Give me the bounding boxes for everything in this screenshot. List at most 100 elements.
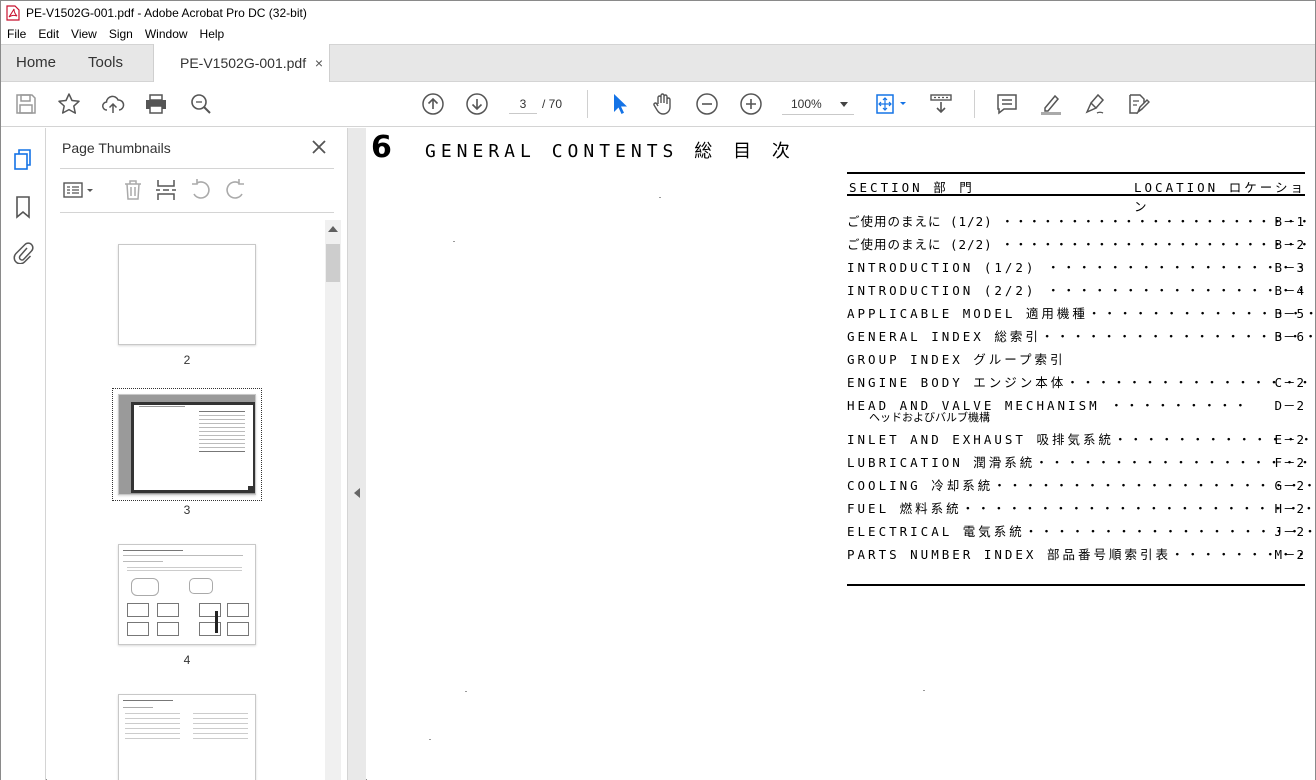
menu-window[interactable]: Window <box>139 27 194 41</box>
document-view[interactable]: 6 GENERAL CONTENTS 総 目 次 SECTION 部 門 LOC… <box>367 128 1315 780</box>
thumbnail-options-icon[interactable] <box>61 178 97 202</box>
attachments-icon[interactable] <box>12 240 34 265</box>
entry-location: G－2 <box>1274 478 1305 493</box>
rotate-left-icon[interactable] <box>189 178 213 202</box>
table-rule <box>847 194 1305 196</box>
contents-entry: COOLING 冷却系統・・・・・・・・・・・・・・・・・・・・・・・・・・ G… <box>847 475 1315 493</box>
star-icon[interactable] <box>57 92 81 116</box>
hand-icon[interactable] <box>651 92 675 116</box>
upload-icon[interactable] <box>101 92 125 116</box>
thumbnail-scrollbar[interactable] <box>325 220 341 780</box>
tab-home[interactable]: Home <box>16 45 56 82</box>
comment-icon[interactable] <box>995 92 1019 116</box>
entry-text: GROUP INDEX グループ索引 <box>847 352 1066 367</box>
print-icon[interactable] <box>144 92 168 116</box>
entry-location: B－5 <box>1274 306 1305 321</box>
document-heading: GENERAL CONTENTS 総 目 次 <box>425 141 795 162</box>
thumbnail-page-2[interactable]: 2 <box>118 244 256 367</box>
contents-entry: ご使用のまえに (2/2) ・・・・・・・・・・・・・・・・・・・・・・・・・ … <box>847 234 1315 252</box>
left-nav-rail <box>1 128 46 780</box>
entry-location: B－1 <box>1274 214 1305 229</box>
title-bar: PE-V1502G-001.pdf - Adobe Acrobat Pro DC… <box>1 1 1315 24</box>
scrollbar-thumb[interactable] <box>326 244 340 282</box>
tab-document[interactable]: PE-V1502G-001.pdf × <box>153 44 330 83</box>
entry-text: FUEL 燃料系統・・・・・・・・・・・・・・・・・・・・・・・・・・・・・ <box>847 501 1315 516</box>
page-number-input[interactable]: 3 <box>509 94 537 114</box>
scan-speck <box>465 691 467 692</box>
entry-location: M－2 <box>1274 547 1305 562</box>
entry-location: J－2 <box>1274 524 1305 539</box>
entry-text: INTRODUCTION (1/2) ・・・・・・・・・・・・・・・・・・・・・ <box>847 260 1315 275</box>
entry-text: APPLICABLE MODEL 適用機種・・・・・・・・・・・・・・・・・ <box>847 306 1315 321</box>
collapse-panel-arrow-icon[interactable] <box>354 488 360 498</box>
rotate-right-icon[interactable] <box>223 178 247 202</box>
contents-entry: ご使用のまえに (1/2) ・・・・・・・・・・・・・・・・・・・・・・・・・ … <box>847 211 1315 229</box>
menu-view[interactable]: View <box>65 27 103 41</box>
page-thumbnails-icon[interactable] <box>12 148 34 172</box>
highlight-icon[interactable] <box>1039 92 1063 116</box>
contents-entry: GROUP INDEX グループ索引 <box>847 349 1305 367</box>
bookmarks-icon[interactable] <box>12 195 34 219</box>
tab-tools[interactable]: Tools <box>88 45 123 82</box>
entry-subtext: ヘッドおよびバルブ機構 <box>869 411 990 424</box>
page-total-label: / 70 <box>542 97 563 111</box>
column-header-location: LOCATION ロケーション <box>1134 180 1306 214</box>
menu-file[interactable]: File <box>1 27 32 41</box>
select-arrow-icon[interactable] <box>607 92 631 116</box>
zoom-level-value: 100% <box>791 97 822 111</box>
page-down-icon[interactable] <box>465 92 489 116</box>
close-icon[interactable] <box>310 138 328 156</box>
contents-entry: GENERAL INDEX 総索引・・・・・・・・・・・・・・・・・・・・ B－… <box>847 326 1315 344</box>
delete-icon[interactable] <box>121 178 145 202</box>
thumbnail-image <box>118 394 256 495</box>
document-tab-label: PE-V1502G-001.pdf <box>180 55 307 71</box>
close-tab-icon[interactable]: × <box>315 44 323 82</box>
zoom-out-icon[interactable] <box>695 92 719 116</box>
contents-entry: ENGINE BODY エンジン本体・・・・・・・・・・・・・・・・・・ C－2 <box>847 372 1315 390</box>
fill-sign-icon[interactable] <box>1126 92 1151 116</box>
menu-sign[interactable]: Sign <box>103 27 139 41</box>
thumbnail-page-3[interactable]: 3 <box>112 388 262 517</box>
save-icon[interactable] <box>14 92 38 116</box>
menu-edit[interactable]: Edit <box>32 27 65 41</box>
scan-speck <box>453 241 455 242</box>
menu-bar: File Edit View Sign Window Help <box>1 24 1315 44</box>
panel-splitter[interactable] <box>347 128 366 780</box>
entry-location: H－2 <box>1274 501 1305 516</box>
zoom-search-icon[interactable] <box>189 92 213 116</box>
entry-location: D－2 <box>1274 398 1305 413</box>
scan-speck <box>429 739 431 740</box>
entry-text: COOLING 冷却系統・・・・・・・・・・・・・・・・・・・・・・・・・・ <box>847 478 1315 493</box>
entry-text: PARTS NUMBER INDEX 部品番号順索引表・・・・・・・・・ <box>847 547 1311 562</box>
fit-page-icon[interactable] <box>874 92 910 116</box>
zoom-in-icon[interactable] <box>739 92 763 116</box>
table-rule <box>847 584 1305 586</box>
scroll-up-arrow-icon[interactable] <box>328 226 338 232</box>
tab-row: Home Tools PE-V1502G-001.pdf × <box>1 44 1315 83</box>
thumbnail-page-5[interactable] <box>118 694 256 780</box>
panel-title: Page Thumbnails <box>62 140 171 156</box>
entry-location: C－2 <box>1274 375 1305 390</box>
thumbnail-page-4[interactable]: 4 <box>118 544 256 667</box>
contents-entry: APPLICABLE MODEL 適用機種・・・・・・・・・・・・・・・・・ B… <box>847 303 1315 321</box>
thumbnail-label: 4 <box>183 653 191 667</box>
panel-divider <box>60 212 334 213</box>
entry-location: F－2 <box>1274 455 1305 470</box>
entry-location: B－6 <box>1274 329 1305 344</box>
sign-icon[interactable] <box>1083 92 1107 116</box>
table-rule <box>847 172 1305 174</box>
extract-pages-icon[interactable] <box>154 178 178 202</box>
entry-location: B－4 <box>1274 283 1305 298</box>
menu-help[interactable]: Help <box>194 27 231 41</box>
zoom-level-select[interactable]: 100% <box>782 93 854 115</box>
acrobat-app-icon <box>6 4 20 21</box>
scan-speck <box>923 690 925 691</box>
scroll-mode-icon[interactable] <box>929 92 953 116</box>
toolbar-divider <box>587 90 588 118</box>
acrobat-window: PE-V1502G-001.pdf - Adobe Acrobat Pro DC… <box>0 0 1316 780</box>
contents-entry: INLET AND EXHAUST 吸排気系統・・・・・・・・・・・・・・ E－… <box>847 429 1315 447</box>
thumbnail-image <box>118 544 256 645</box>
entry-text: LUBRICATION 潤滑系統・・・・・・・・・・・・・・・・・・・・・ <box>847 455 1315 470</box>
page-up-icon[interactable] <box>421 92 445 116</box>
entry-location: B－2 <box>1274 237 1305 252</box>
